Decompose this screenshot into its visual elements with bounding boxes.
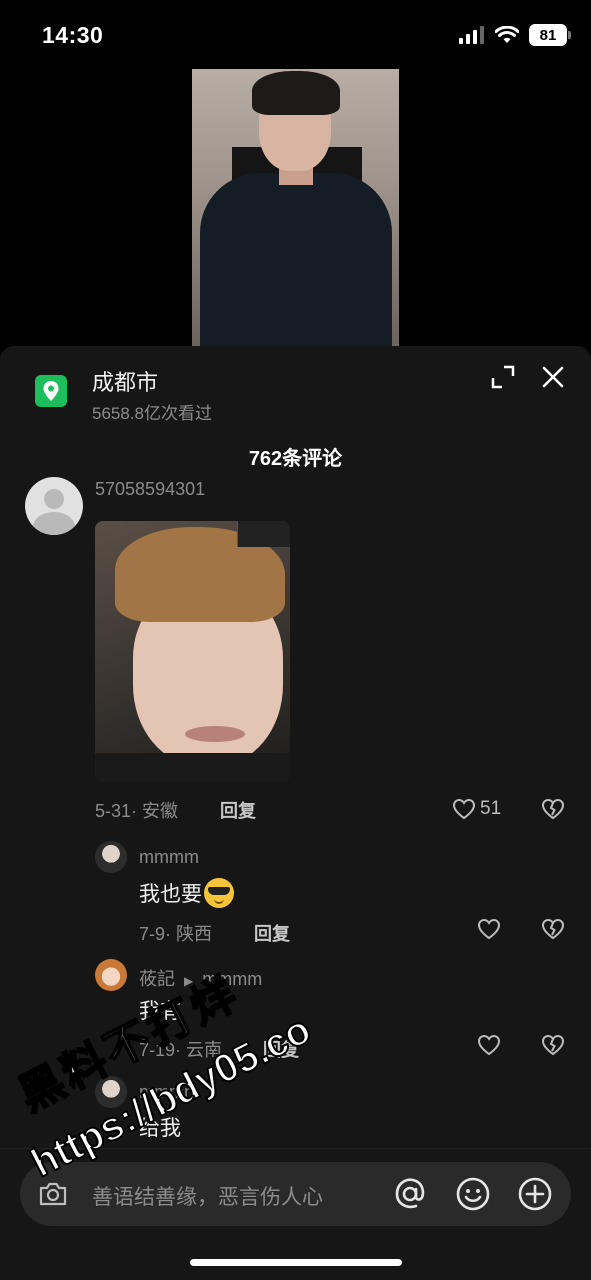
like-button[interactable]: 51 — [452, 798, 501, 820]
camera-button[interactable] — [38, 1180, 68, 1208]
battery-indicator: 81 — [529, 24, 571, 46]
like-button[interactable] — [477, 918, 501, 940]
comment-count: 762条评论 — [248, 448, 343, 470]
video-preview[interactable] — [192, 69, 399, 347]
reply-date-location: 7-19· 云南 — [139, 1040, 223, 1060]
expand-icon — [491, 365, 515, 389]
expand-button[interactable] — [490, 364, 516, 390]
reply-username[interactable]: 莜記 — [139, 969, 175, 989]
add-button[interactable] — [517, 1176, 553, 1212]
emoji-button[interactable] — [455, 1176, 491, 1212]
at-icon — [395, 1178, 425, 1209]
mention-button[interactable] — [392, 1176, 428, 1212]
comment-image[interactable] — [95, 521, 290, 782]
reply-button[interactable]: 回复 — [263, 1036, 299, 1062]
close-button[interactable] — [540, 364, 566, 390]
home-indicator[interactable] — [190, 1259, 402, 1266]
wifi-icon — [495, 26, 519, 43]
sunglasses-emoji-icon — [204, 878, 234, 908]
camera-icon — [39, 1182, 67, 1206]
close-icon — [542, 366, 564, 388]
reply-username[interactable]: mmmm — [139, 847, 199, 868]
broken-heart-icon — [541, 1034, 565, 1056]
avatar[interactable] — [95, 841, 127, 873]
cellular-signal-icon — [459, 26, 484, 44]
reply-button[interactable]: 回复 — [254, 920, 290, 946]
avatar[interactable] — [25, 477, 83, 535]
location-view-count: 5658.8亿次看过 — [92, 404, 212, 423]
comment-sheet — [0, 346, 591, 1280]
reply-header: 莜記 ▶ mmmm — [139, 965, 262, 991]
avatar[interactable] — [95, 1076, 127, 1108]
heart-icon — [477, 918, 501, 940]
smiley-icon — [456, 1177, 490, 1211]
comment-date-location: 5-31· 安徽 — [95, 801, 179, 821]
reply-text: 给我 — [139, 1117, 181, 1140]
reply-date-location: 7-9· 陕西 — [139, 924, 213, 944]
reply-text: 我有 — [139, 1000, 181, 1023]
status-bar: 14:30 81 — [0, 0, 591, 70]
plus-circle-icon — [518, 1177, 552, 1211]
broken-heart-icon — [541, 798, 565, 820]
reply-username[interactable]: mmmm — [139, 1082, 199, 1103]
like-button[interactable] — [477, 1034, 501, 1056]
reply-arrow-icon: ▶ — [184, 974, 194, 988]
comment-username[interactable]: 57058594301 — [95, 478, 205, 500]
reply-to-username[interactable]: mmmm — [202, 969, 262, 989]
avatar[interactable] — [95, 959, 127, 991]
location-title[interactable]: 成都市 — [92, 365, 158, 397]
status-time: 14:30 — [42, 22, 104, 48]
heart-icon — [477, 1034, 501, 1056]
dislike-button[interactable] — [541, 798, 565, 825]
broken-heart-icon — [541, 918, 565, 940]
dislike-button[interactable] — [541, 918, 565, 945]
comment-input-placeholder[interactable]: 善语结善缘，恶言伤人心 — [92, 1181, 323, 1211]
reply-button[interactable]: 回复 — [220, 797, 256, 823]
location-pin-icon — [35, 375, 67, 407]
dislike-button[interactable] — [541, 1034, 565, 1061]
heart-icon — [452, 798, 476, 820]
like-count: 51 — [480, 798, 502, 819]
reply-text: 我也要 — [139, 878, 234, 908]
status-icons: 81 — [459, 24, 571, 46]
